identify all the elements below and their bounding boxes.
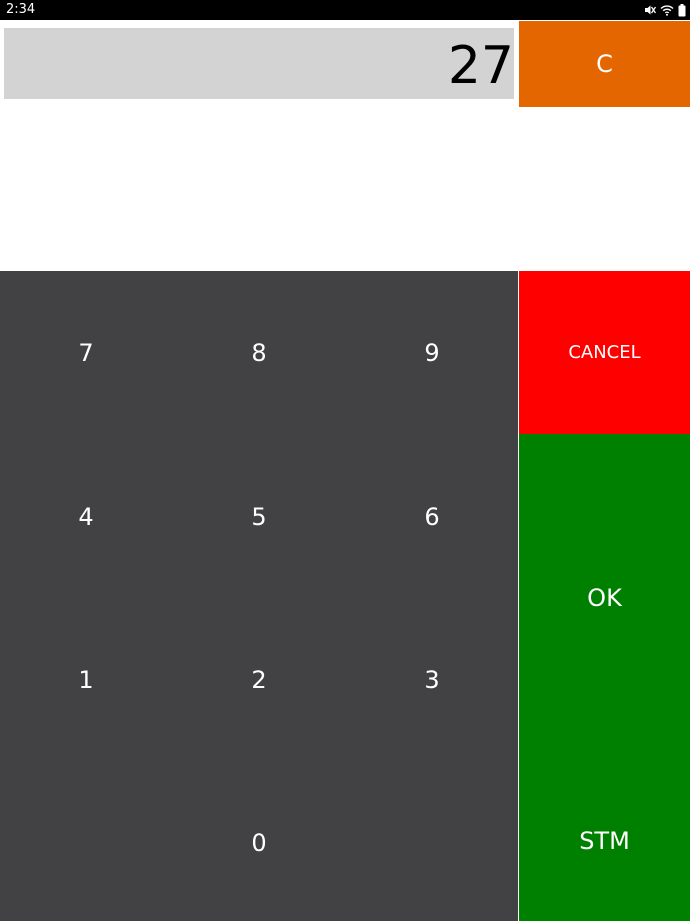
- wifi-icon: [660, 4, 674, 16]
- mute-icon: [644, 4, 656, 16]
- stm-button[interactable]: STM: [519, 761, 690, 921]
- key-9[interactable]: 9: [346, 271, 518, 434]
- key-5[interactable]: 5: [173, 435, 345, 598]
- key-7[interactable]: 7: [0, 271, 172, 434]
- numeric-keypad: 7 8 9 4 5 6 1 2 3 0: [0, 271, 518, 921]
- status-icons: [644, 2, 686, 18]
- key-3[interactable]: 3: [346, 598, 518, 761]
- confirm-panel: OK STM: [519, 434, 690, 921]
- cancel-button[interactable]: CANCEL: [519, 271, 690, 434]
- key-1[interactable]: 1: [0, 598, 172, 761]
- amount-display: 27: [4, 28, 514, 99]
- clear-button[interactable]: C: [519, 21, 690, 107]
- key-6[interactable]: 6: [346, 435, 518, 598]
- status-bar: 2:34: [0, 0, 690, 20]
- action-panel: CANCEL OK STM: [519, 271, 690, 921]
- key-2[interactable]: 2: [173, 598, 345, 761]
- status-time: 2:34: [6, 2, 36, 17]
- battery-icon: [678, 3, 686, 17]
- key-8[interactable]: 8: [173, 271, 345, 434]
- key-4[interactable]: 4: [0, 435, 172, 598]
- display-value: 27: [447, 36, 514, 96]
- key-0[interactable]: 0: [173, 761, 345, 924]
- ok-button[interactable]: OK: [519, 434, 690, 761]
